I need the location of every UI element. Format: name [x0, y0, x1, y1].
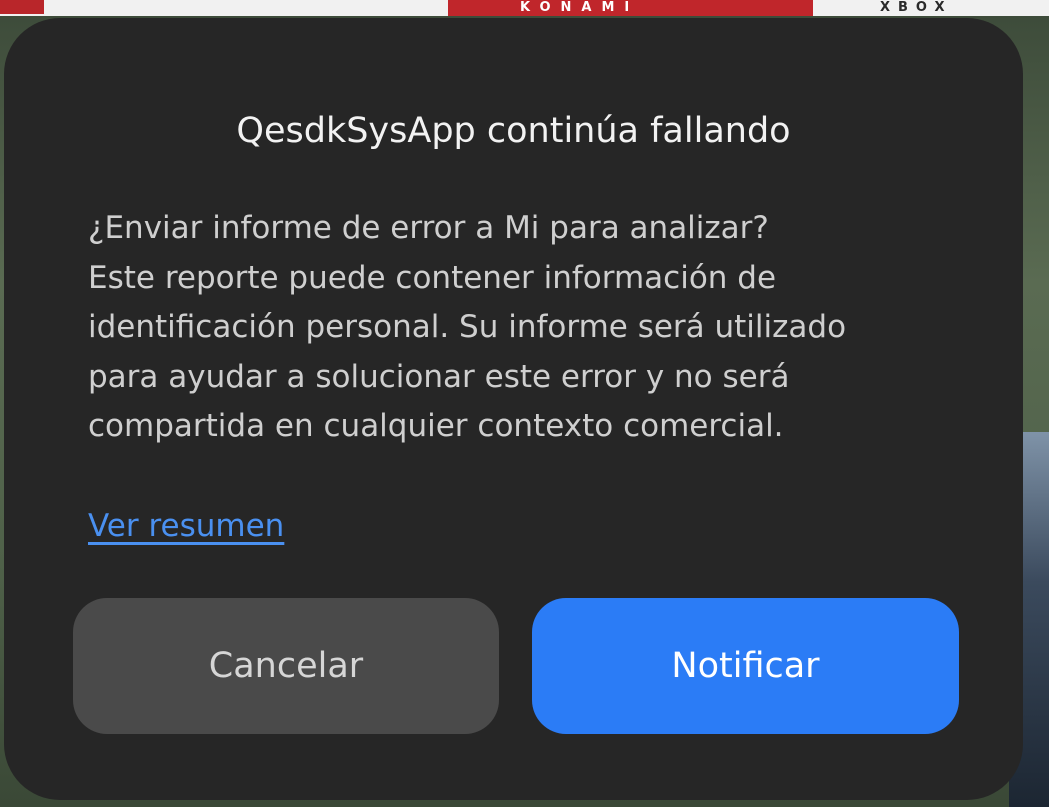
message-line: para ayudar a solucionar este error y no…: [88, 358, 790, 395]
banner-konami-text: KONAMI: [520, 0, 640, 15]
message-line: Este reporte puede contener información …: [88, 259, 777, 296]
message-line: identificación personal. Su informe será…: [88, 309, 847, 345]
notify-button[interactable]: Notificar: [532, 598, 959, 734]
background-ad-banner: KONAMI XBOX: [0, 0, 1049, 16]
cancel-button[interactable]: Cancelar: [73, 598, 499, 734]
view-summary-link[interactable]: Ver resumen: [88, 504, 284, 548]
dialog-title: QesdkSysApp continúa fallando: [236, 111, 791, 151]
banner-xbox-text: XBOX: [880, 0, 953, 15]
message-line: compartida en cualquier contexto comerci…: [88, 408, 784, 444]
message-line: ¿Enviar informe de error a Mi para anali…: [88, 210, 769, 246]
dialog-message: ¿Enviar informe de error a Mi para anali…: [88, 204, 988, 452]
banner-red-patch: [0, 0, 44, 14]
